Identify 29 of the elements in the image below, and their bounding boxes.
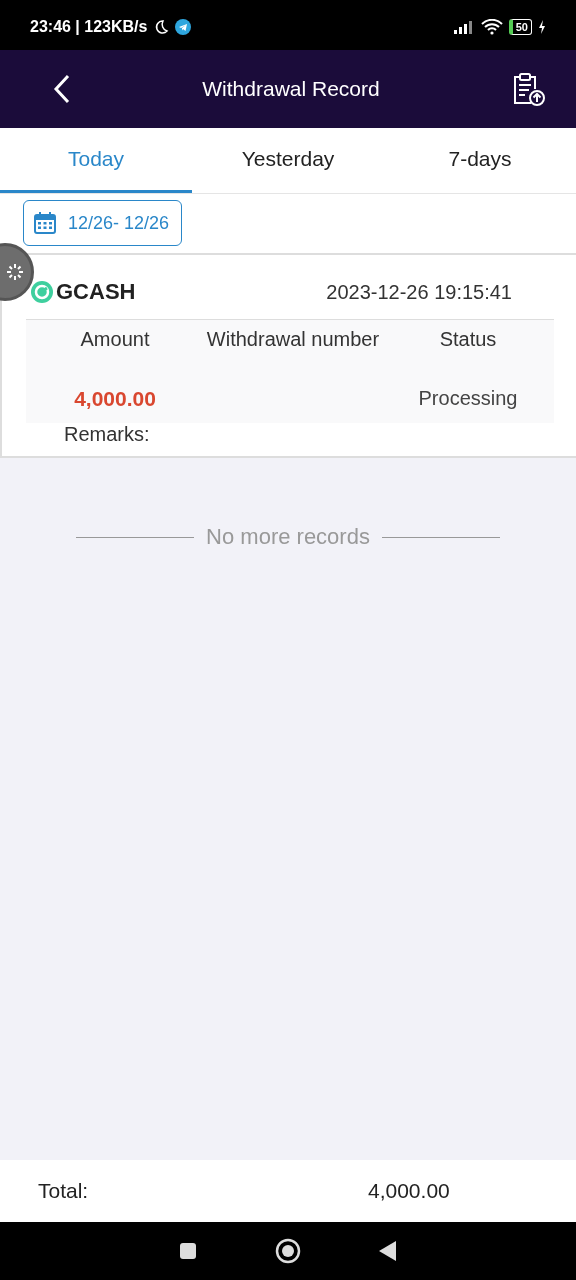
payment-method: GCASH — [56, 279, 136, 305]
total-label: Total: — [38, 1179, 90, 1203]
column-header: Status — [438, 327, 498, 352]
sparkle-icon — [5, 262, 25, 282]
no-more-records-text: No more records — [206, 524, 370, 550]
back-button[interactable] — [52, 74, 72, 104]
battery-icon: 50 — [508, 19, 532, 35]
home-button[interactable] — [275, 1238, 301, 1264]
remarks-label: Remarks: — [63, 423, 151, 446]
charging-icon — [538, 20, 546, 34]
paper-plane-icon — [175, 19, 192, 35]
record-datetime: 2023-12-26 19:15:41 — [326, 280, 512, 304]
wallet-logo-icon — [30, 280, 54, 304]
calendar-icon — [34, 212, 56, 234]
signal-icon — [452, 20, 475, 34]
date-range-button[interactable]: 12/26- 12/26 — [23, 200, 183, 246]
back-nav-button[interactable] — [377, 1240, 398, 1262]
tab[interactable]: Yesterday — [192, 128, 384, 193]
column-header: Withdrawal number — [205, 327, 381, 352]
total-value: 4,000.00 — [368, 1179, 450, 1203]
recents-button[interactable] — [178, 1241, 199, 1261]
moon-icon — [153, 19, 170, 35]
amount-value: 4,000.00 — [73, 386, 157, 412]
status-value: Processing — [417, 386, 519, 411]
status-time: 23:46 | 123KB/s — [30, 18, 148, 36]
tab[interactable]: 7-days — [384, 128, 576, 193]
wifi-icon — [480, 19, 503, 35]
page-title: Withdrawal Record — [202, 77, 380, 101]
column-header: Amount — [79, 327, 151, 352]
